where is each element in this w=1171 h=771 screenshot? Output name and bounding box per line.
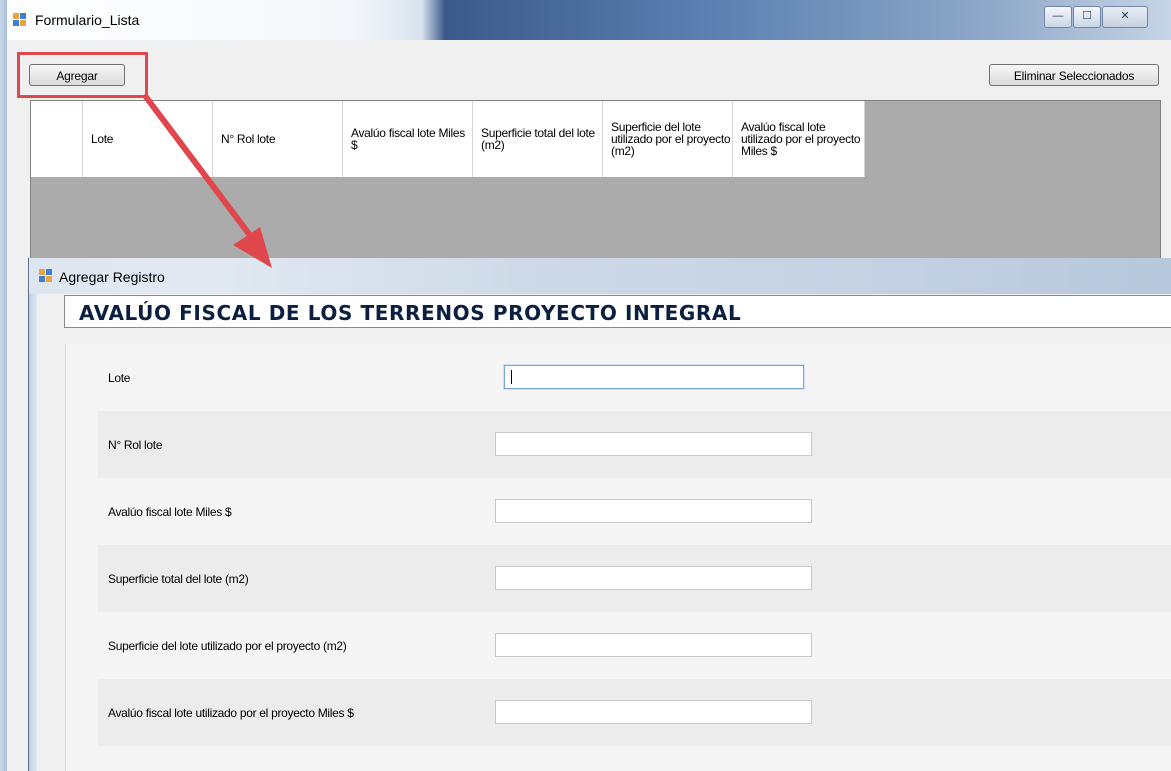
maximize-icon[interactable]: ☐ <box>1073 6 1101 28</box>
window-border <box>0 0 7 771</box>
column-header-lote[interactable]: Lote <box>83 101 213 177</box>
superficie-utilizada-input[interactable] <box>495 633 812 657</box>
column-header-avaluo-fiscal[interactable]: Avalúo fiscal lote Miles $ <box>343 101 473 177</box>
rol-lote-input[interactable] <box>495 432 812 456</box>
highlight-box <box>17 52 148 98</box>
avaluo-fiscal-input[interactable] <box>495 499 812 523</box>
window-title: Formulario_Lista <box>35 12 140 28</box>
dialog-border <box>29 294 37 771</box>
dialog-title: Agregar Registro <box>59 269 165 285</box>
field-label: Superficie del lote utilizado por el pro… <box>108 639 347 653</box>
form-heading: AVALÚO FISCAL DE LOS TERRENOS PROYECTO I… <box>79 301 742 325</box>
column-header-avaluo-utilizado[interactable]: Avalúo fiscal lote utilizado por el proy… <box>733 101 865 177</box>
field-label: Avalúo fiscal lote utilizado por el proy… <box>108 706 354 720</box>
agregar-registro-dialog: Agregar Registro AVALÚO FISCAL DE LOS TE… <box>28 258 1171 771</box>
eliminar-seleccionados-button[interactable]: Eliminar Seleccionados <box>989 64 1159 86</box>
dialog-app-icon <box>39 269 53 283</box>
form-row-lote: Lote <box>98 344 1171 411</box>
app-icon <box>13 13 27 27</box>
lote-input[interactable] <box>504 365 804 389</box>
superficie-total-input[interactable] <box>495 566 812 590</box>
text-caret <box>511 370 512 384</box>
form-row-superficie-utilizada: Superficie del lote utilizado por el pro… <box>98 612 1171 679</box>
dialog-title-bar[interactable]: Agregar Registro <box>29 258 1171 294</box>
form-row-rol-lote: N° Rol lote <box>98 411 1171 478</box>
avaluo-utilizado-input[interactable] <box>495 700 812 724</box>
form-heading-box: AVALÚO FISCAL DE LOS TERRENOS PROYECTO I… <box>64 295 1171 328</box>
column-header-rol-lote[interactable]: N° Rol lote <box>213 101 343 177</box>
form-row-superficie-total: Superficie total del lote (m2) <box>98 545 1171 612</box>
form-panel: Lote N° Rol lote Avalúo fiscal lote Mile… <box>65 344 1171 771</box>
field-label: Avalúo fiscal lote Miles $ <box>108 505 232 519</box>
close-icon[interactable]: ✕ <box>1102 6 1148 28</box>
field-label: N° Rol lote <box>108 438 163 452</box>
grid-header: Lote N° Rol lote Avalúo fiscal lote Mile… <box>31 101 865 177</box>
form-row-avaluo-fiscal: Avalúo fiscal lote Miles $ <box>98 478 1171 545</box>
minimize-icon[interactable]: — <box>1044 6 1072 28</box>
column-header-superficie-total[interactable]: Superficie total del lote (m2) <box>473 101 603 177</box>
column-header-superficie-utilizada[interactable]: Superficie del lote utilizado por el pro… <box>603 101 733 177</box>
title-bar[interactable]: Formulario_Lista — ☐ ✕ <box>0 0 1171 40</box>
field-label: Lote <box>108 371 131 385</box>
form-row-avaluo-utilizado: Avalúo fiscal lote utilizado por el proy… <box>98 679 1171 746</box>
field-label: Superficie total del lote (m2) <box>108 572 249 586</box>
grid-corner <box>31 101 83 177</box>
